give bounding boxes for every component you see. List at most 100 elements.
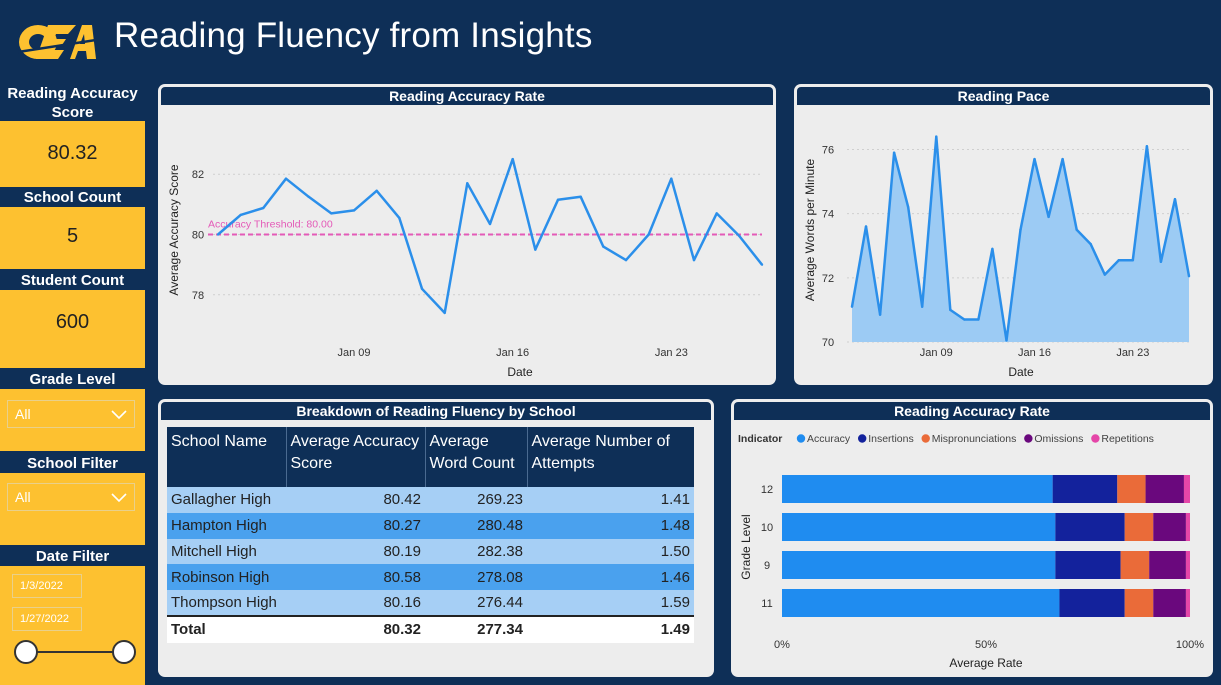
table-cell: 1.46	[527, 564, 694, 591]
bar-segment	[1185, 551, 1190, 579]
bar-segment	[1059, 589, 1125, 617]
header: Reading Fluency from Insights	[0, 0, 1221, 80]
legend-item-label: Omissions	[1034, 433, 1083, 445]
data-point	[602, 245, 605, 248]
data-point	[1033, 157, 1036, 161]
breakdown-table: School Name Average Accuracy Score Avera…	[167, 427, 694, 643]
school-filter-dropdown[interactable]: All	[7, 483, 135, 511]
data-point	[1145, 145, 1149, 148]
date-start-input[interactable]: 1/3/2022	[12, 574, 82, 598]
y-tick-label: 78	[192, 290, 204, 302]
x-tick-label: Jan 16	[496, 347, 529, 359]
school-filter-label: School Filter	[27, 455, 118, 472]
data-point	[1089, 242, 1092, 246]
table-cell: 278.08	[425, 564, 527, 591]
data-point	[670, 177, 673, 180]
table-cell: 80.58	[286, 564, 425, 591]
reading-pace-chart: 70 72 74 76 Jan 09 Jan 16 Jan 23 Date Average Wo…	[803, 135, 1191, 379]
student-count-label: Student Count	[20, 272, 125, 289]
data-point	[977, 318, 980, 321]
grade-level-dropdown[interactable]: All	[7, 400, 135, 428]
bar-segment	[1124, 513, 1154, 541]
x-tick-label: 50%	[975, 639, 997, 651]
legend-swatch	[796, 434, 806, 443]
data-point	[330, 212, 333, 215]
table-row[interactable]: Robinson High 80.58 278.08 1.46	[167, 564, 694, 591]
data-point	[307, 195, 310, 199]
data-point	[511, 157, 514, 161]
data-point	[1019, 228, 1022, 231]
accuracy-score-value: 80.32	[47, 142, 98, 164]
student-count-card: 600	[0, 290, 145, 368]
y-tick-label: 70	[822, 337, 834, 349]
x-tick-label: Jan 23	[1116, 347, 1149, 359]
x-axis-label: Date	[507, 365, 533, 379]
data-point	[1117, 258, 1120, 262]
bar-segment	[782, 513, 1056, 541]
table-cell: 80.19	[286, 538, 425, 565]
data-point	[1061, 157, 1064, 161]
data-point	[738, 234, 741, 238]
date-slider-start-handle[interactable]	[14, 640, 38, 664]
bar-segment	[1117, 475, 1146, 503]
grade-level-card: All	[0, 389, 145, 451]
column-header[interactable]: School Name	[167, 427, 287, 487]
school-filter-selected: All	[15, 489, 31, 505]
table-row[interactable]: Hampton High 80.27 280.48 1.48	[167, 512, 694, 539]
data-point	[466, 182, 469, 185]
grade-level-selected: All	[15, 406, 31, 422]
table-row[interactable]: Mitchell High 80.19 282.38 1.50	[167, 538, 694, 565]
x-axis-label: Date	[1008, 365, 1034, 379]
legend-title: Indicator	[738, 433, 782, 445]
y-tick-label: 76	[822, 144, 834, 156]
data-point	[864, 225, 868, 228]
bar-segment	[782, 475, 1053, 503]
date-filter-label: Date Filter	[35, 548, 110, 565]
table-cell: Thompson High	[167, 590, 286, 616]
grade-level-label: Grade Level	[29, 371, 116, 388]
table-cell: 80.16	[286, 590, 425, 616]
column-header[interactable]: Average Accuracy Score	[286, 427, 426, 487]
date-slider-track	[26, 651, 124, 653]
x-tick-label: Jan 16	[1018, 347, 1051, 359]
table-cell: 80.27	[286, 512, 425, 539]
y-tick-label: 72	[822, 273, 834, 285]
data-point	[850, 305, 854, 308]
table-cell: 1.50	[527, 538, 694, 565]
bar-segment	[1055, 551, 1121, 579]
x-tick-label: Jan 09	[920, 347, 953, 359]
table-row[interactable]: Gallagher High 80.42 269.23 1.41	[167, 487, 694, 513]
legend-swatch	[921, 434, 930, 443]
legend-swatch	[1091, 434, 1100, 443]
bar-segment	[1052, 475, 1118, 503]
stacked-rate-chart: Indicator Accuracy Insertions Mispronunciat…	[738, 433, 1204, 670]
student-count-value: 600	[55, 311, 90, 333]
y-axis-label: Grade Level	[739, 514, 753, 579]
data-point	[963, 318, 966, 321]
table-cell: 277.34	[425, 614, 527, 643]
date-end-input[interactable]: 1/27/2022	[12, 607, 82, 631]
date-slider-end-handle[interactable]	[112, 640, 136, 664]
y-axis-label: Average Accuracy Score	[167, 164, 181, 296]
table-cell: Robinson High	[167, 564, 286, 591]
bar-segment	[1145, 475, 1184, 503]
bar-segment	[1153, 513, 1186, 541]
data-point	[1047, 215, 1050, 219]
table-cell: Total	[167, 614, 286, 643]
data-point	[1173, 198, 1177, 201]
column-header[interactable]: Average Number of Attempts	[527, 427, 694, 487]
school-count-value: 5	[66, 225, 79, 247]
data-point	[216, 233, 220, 236]
legend-swatch	[857, 434, 867, 443]
table-row[interactable]: Thompson High 80.16 276.44 1.59	[167, 590, 694, 616]
bar-segment	[1185, 589, 1190, 617]
page-title: Reading Fluency from Insights	[114, 16, 593, 55]
accuracy-rate-panel: Reading Accuracy Rate 78 80 82 Jan 09 Jan 16…	[158, 84, 776, 385]
chevron-down-icon	[111, 410, 127, 420]
accuracy-score-card: 80.32	[0, 121, 145, 187]
data-point	[556, 198, 560, 202]
bar-segment	[782, 551, 1056, 579]
y-tick-label: 10	[761, 522, 773, 534]
legend-swatch	[1024, 434, 1033, 443]
column-header[interactable]: Average Word Count	[425, 427, 528, 487]
